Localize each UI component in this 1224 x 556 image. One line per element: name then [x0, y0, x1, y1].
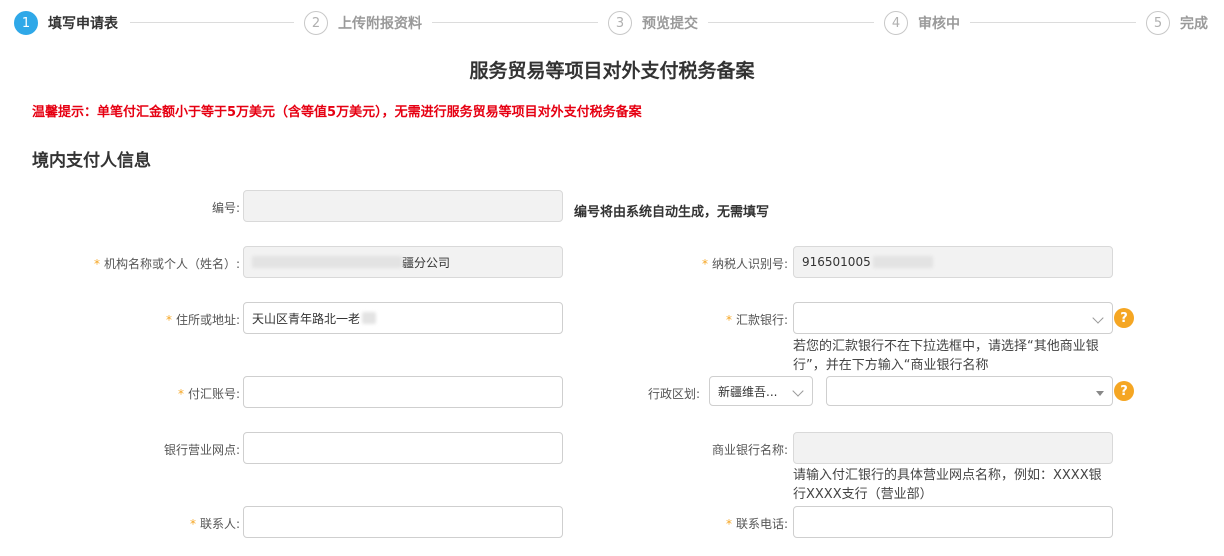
commercial-bank-note: 请输入付汇银行的具体营业网点名称，例如：XXXX银行XXXX支行（营业部）	[793, 468, 1102, 502]
remit-bank-label: * 汇款银行:	[725, 313, 788, 327]
taxpayer-id-label: * 纳税人识别号:	[701, 257, 788, 271]
contact-input[interactable]	[243, 506, 563, 538]
remit-bank-select[interactable]	[793, 302, 1113, 334]
step-4-label: 审核中	[918, 16, 960, 32]
number-field	[243, 190, 563, 222]
province-select[interactable]: 新疆维吾...	[709, 376, 813, 406]
redacted-text	[872, 256, 933, 268]
org-name-label: * 机构名称或个人（姓名）:	[93, 257, 240, 271]
caret-down-icon	[1096, 391, 1104, 396]
step-1: 1 填写申请表	[14, 10, 118, 36]
org-name-field: 疆分公司	[243, 246, 563, 278]
redacted-text	[252, 256, 402, 268]
page-title: 服务贸易等项目对外支付税务备案	[469, 60, 755, 82]
step-5-label: 完成	[1180, 16, 1208, 32]
step-connector	[130, 22, 294, 23]
step-5: 5 完成	[1146, 10, 1208, 36]
help-icon[interactable]: ?	[1114, 381, 1134, 401]
step-1-label: 填写申请表	[48, 16, 118, 32]
bank-branch-input[interactable]	[243, 432, 563, 464]
taxpayer-id-field: 916501005	[793, 246, 1113, 278]
chevron-down-icon	[1092, 312, 1104, 324]
contact-label: * 联系人:	[189, 517, 240, 531]
number-note: 编号将由系统自动生成，无需填写	[574, 205, 770, 220]
step-3-number: 3	[608, 11, 632, 35]
phone-label: * 联系电话:	[725, 517, 788, 531]
step-3: 3 预览提交	[608, 10, 698, 36]
account-no-label: * 付汇账号:	[177, 387, 240, 401]
address-input[interactable]: 天山区青年路北一老	[243, 302, 563, 334]
admin-region-label: 行政区划:	[647, 387, 700, 401]
step-connector	[432, 22, 598, 23]
address-label: * 住所或地址:	[165, 313, 240, 327]
chevron-down-icon	[792, 385, 804, 397]
section-title: 境内支付人信息	[32, 151, 151, 171]
step-2-label: 上传附报资料	[338, 16, 422, 32]
phone-input[interactable]	[793, 506, 1113, 538]
step-connector	[970, 22, 1136, 23]
commercial-bank-label: 商业银行名称:	[711, 443, 788, 457]
account-no-input[interactable]	[243, 376, 563, 408]
bank-branch-label: 银行营业网点:	[163, 443, 240, 457]
step-connector	[708, 22, 874, 23]
step-1-number: 1	[14, 11, 38, 35]
commercial-bank-field	[793, 432, 1113, 464]
step-2-number: 2	[304, 11, 328, 35]
help-icon[interactable]: ?	[1114, 308, 1134, 328]
city-select[interactable]	[826, 376, 1113, 406]
progress-steps: 1 填写申请表 2 上传附报资料 3 预览提交 4 审核中 5 完成	[0, 0, 1224, 46]
step-4: 4 审核中	[884, 10, 960, 36]
step-3-label: 预览提交	[642, 16, 698, 32]
step-5-number: 5	[1146, 11, 1170, 35]
remit-bank-note: 若您的汇款银行不在下拉选框中，请选择“其他商业银行”，并在下方输入“商业银行名称	[793, 339, 1099, 373]
warning-tip: 温馨提示：单笔付汇金额小于等于5万美元（含等值5万美元），无需进行服务贸易等项目…	[32, 105, 642, 120]
number-label: 编号:	[211, 201, 240, 215]
redacted-text	[362, 312, 377, 324]
step-2: 2 上传附报资料	[304, 10, 422, 36]
step-4-number: 4	[884, 11, 908, 35]
